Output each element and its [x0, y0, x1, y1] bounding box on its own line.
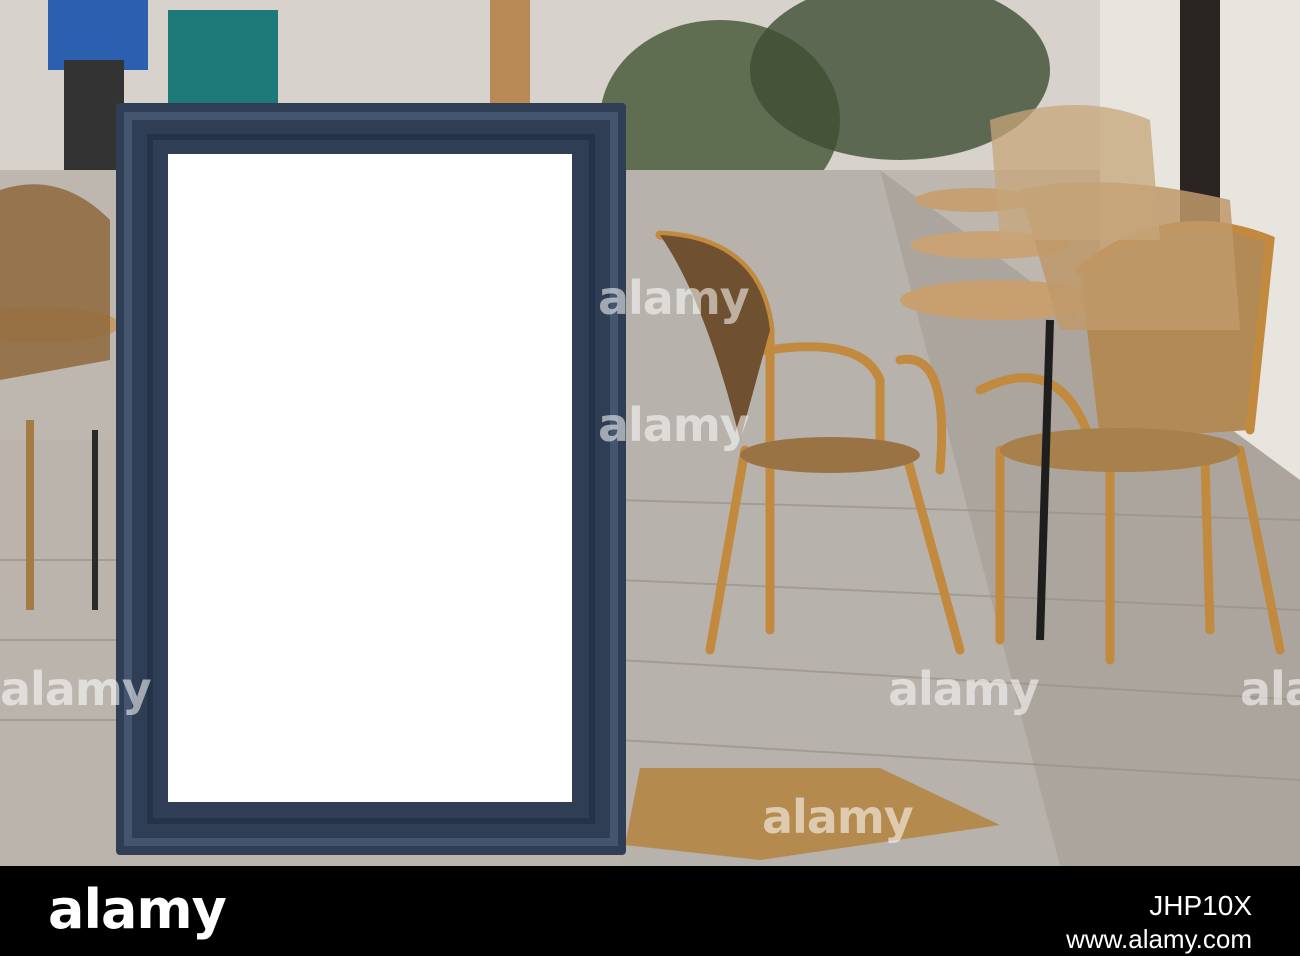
watermark: alamy	[888, 662, 1040, 716]
image-id: JHP10X	[1149, 890, 1252, 921]
site-url: www.alamy.com	[1066, 924, 1252, 954]
brand-logo: alamy	[48, 878, 227, 941]
sign-blank-panel	[168, 154, 572, 802]
watermark: alamy	[762, 790, 914, 844]
watermark: alamy	[0, 662, 152, 716]
watermark: alamy	[598, 271, 750, 325]
photo: alamy alamy alamy alamy alamy alamy	[0, 0, 1300, 866]
wicker-chair-seat	[740, 437, 920, 473]
watermark: alamy	[1240, 662, 1300, 716]
pedestrian-legs	[64, 60, 124, 170]
pedestrian-blue	[48, 0, 148, 70]
wicker-chair-seat	[1000, 428, 1240, 472]
watermark: alamy	[598, 398, 750, 452]
wicker-chair-back	[990, 105, 1160, 240]
wicker-chair	[0, 184, 110, 380]
pedestrian-teal	[168, 10, 278, 110]
